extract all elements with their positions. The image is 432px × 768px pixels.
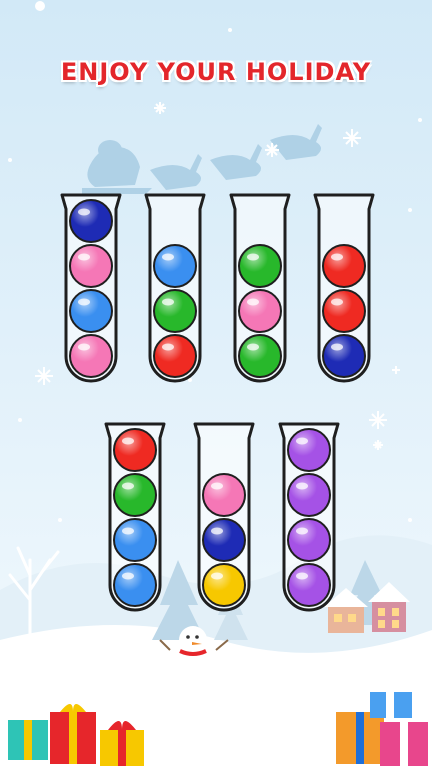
ball-highlight	[78, 343, 90, 351]
ball-highlight	[331, 253, 343, 261]
tube[interactable]	[313, 193, 375, 383]
ball-shine	[115, 520, 155, 560]
ball-highlight	[162, 298, 174, 306]
ball-shine	[289, 520, 329, 560]
ball-highlight	[296, 527, 308, 535]
ball-shine	[115, 430, 155, 470]
ball-highlight	[296, 437, 308, 445]
ball-shine	[289, 475, 329, 515]
ball-highlight	[331, 298, 343, 306]
ball-highlight	[296, 572, 308, 580]
holiday-banner-title: ENJOY YOUR HOLIDAY	[60, 58, 372, 86]
ball-highlight	[211, 572, 223, 580]
ball-highlight	[78, 208, 90, 216]
tube[interactable]	[104, 422, 166, 612]
ball-shine	[71, 246, 111, 286]
ball-highlight	[122, 572, 134, 580]
ball-shine	[155, 246, 195, 286]
ball-shine	[204, 565, 244, 605]
ball-shine	[240, 291, 280, 331]
ball-highlight	[211, 527, 223, 535]
ball-shine	[324, 246, 364, 286]
tube[interactable]	[193, 422, 255, 612]
ball-highlight	[122, 437, 134, 445]
ball-shine	[204, 520, 244, 560]
ball-shine	[289, 430, 329, 470]
ball-highlight	[78, 253, 90, 261]
ball-highlight	[162, 253, 174, 261]
ball-highlight	[247, 298, 259, 306]
ball-highlight	[78, 298, 90, 306]
ball-highlight	[122, 482, 134, 490]
ball-shine	[240, 336, 280, 376]
ball-shine	[324, 336, 364, 376]
ball-highlight	[211, 482, 223, 490]
ball-shine	[324, 291, 364, 331]
ball-shine	[115, 565, 155, 605]
ball-shine	[289, 565, 329, 605]
ball-shine	[240, 246, 280, 286]
ball-highlight	[122, 527, 134, 535]
ball-shine	[71, 201, 111, 241]
ball-shine	[71, 336, 111, 376]
ball-highlight	[331, 343, 343, 351]
ball-highlight	[162, 343, 174, 351]
ball-shine	[115, 475, 155, 515]
tube[interactable]	[229, 193, 291, 383]
ball-shine	[155, 336, 195, 376]
tube[interactable]	[278, 422, 340, 612]
ball-shine	[155, 291, 195, 331]
tube[interactable]	[60, 193, 122, 383]
ball-shine	[204, 475, 244, 515]
ball-highlight	[296, 482, 308, 490]
ball-shine	[71, 291, 111, 331]
ball-highlight	[247, 343, 259, 351]
tube[interactable]	[144, 193, 206, 383]
ball-highlight	[247, 253, 259, 261]
